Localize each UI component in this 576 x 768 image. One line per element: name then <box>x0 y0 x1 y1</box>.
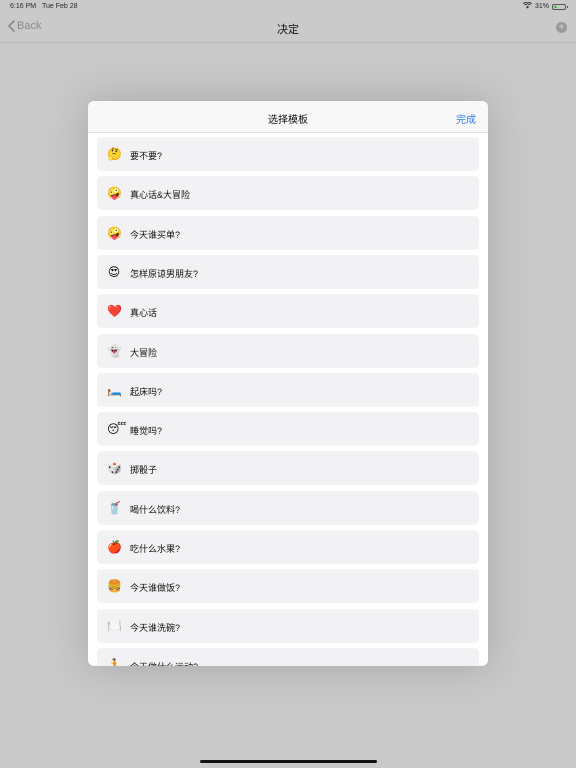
drink-cup-icon: 🥤 <box>107 500 122 515</box>
template-list[interactable]: 🤔 要不要? 🤪 真心话&大冒险 🤪 今天谁买单? 😍 怎样原谅男朋友? ❤️ 真心话 👻 大冒险 🛏️… <box>88 133 488 666</box>
status-time: 6:16 PM <box>10 3 37 10</box>
page-title: 决定 <box>277 24 299 36</box>
template-item[interactable]: 🤔 要不要? <box>97 137 479 171</box>
sleeping-face-icon: 😴 <box>107 422 127 437</box>
template-item-label: 掷骰子 <box>130 465 158 476</box>
sheet-title: 选择模板 <box>268 115 308 126</box>
plate-icon: 🍽️ <box>107 618 122 633</box>
status-bar: 6:16 PM Tue Feb 28 31% <box>0 0 576 14</box>
ghost-icon: 👻 <box>107 343 122 358</box>
template-item[interactable]: 🎲 掷骰子 <box>97 451 479 486</box>
hamburger-icon: 🍔 <box>107 579 122 594</box>
template-item-label: 睡觉吗? <box>130 426 163 437</box>
zany-face-icon: 🤪 <box>107 186 122 201</box>
template-item-label: 真心话&大冒险 <box>130 190 191 201</box>
template-item-label: 起床吗? <box>130 386 163 397</box>
bed-icon: 🛏️ <box>107 382 122 397</box>
template-item[interactable]: 😍 怎样原谅男朋友? <box>97 254 479 289</box>
template-item-label: 要不要? <box>130 151 163 161</box>
heart-eyes-face-icon: 😍 <box>107 264 121 279</box>
done-button[interactable]: 完成 <box>456 111 476 126</box>
status-date: Tue Feb 28 <box>42 3 78 10</box>
template-item[interactable]: 🥤 喝什么饮料? <box>97 490 479 525</box>
template-item-label: 怎样原谅男朋友? <box>130 268 199 279</box>
template-item-label: 今天做什么运动? <box>130 660 198 666</box>
navigation-bar: Back 决定 + <box>0 14 576 43</box>
template-item[interactable]: 🍎 吃什么水果? <box>97 530 479 564</box>
sheet-header: 选择模板 完成 <box>88 101 488 133</box>
template-item-label: 吃什么水果? <box>130 544 181 554</box>
wifi-icon <box>522 1 533 11</box>
template-item[interactable]: 🤪 真心话&大冒险 <box>97 176 479 211</box>
template-item[interactable]: 🤪 今天谁买单? <box>97 215 479 250</box>
template-picker-sheet: 选择模板 完成 🤔 要不要? 🤪 真心话&大冒险 🤪 今天谁买单? 😍 怎样原谅男朋友? ❤️ 真… <box>88 101 488 666</box>
template-item-label: 真心话 <box>130 308 158 319</box>
running-person-icon: 🏃 <box>107 657 122 666</box>
template-item-label: 今天谁做饭? <box>130 583 181 594</box>
battery-icon <box>552 3 568 10</box>
template-item[interactable]: 🏃 今天做什么运动? <box>97 647 479 666</box>
template-item[interactable]: 🍔 今天谁做饭? <box>97 569 479 604</box>
thinking-face-icon: 🤔 <box>107 147 122 161</box>
template-item-label: 今天谁洗碗? <box>130 622 181 633</box>
template-item-label: 今天谁买单? <box>130 229 181 240</box>
home-indicator <box>200 760 377 763</box>
template-item[interactable]: 😴 睡觉吗? <box>97 412 479 447</box>
battery-percentage: 31% <box>534 3 549 10</box>
template-item[interactable]: 🍽️ 今天谁洗碗? <box>97 608 479 643</box>
template-item[interactable]: 👻 大冒险 <box>97 333 479 368</box>
plus-circle-icon[interactable]: + <box>556 22 567 33</box>
template-item[interactable]: 🛏️ 起床吗? <box>97 372 479 407</box>
template-item-label: 大冒险 <box>130 347 158 358</box>
status-indicators: 31% <box>522 1 568 11</box>
zany-face-icon: 🤪 <box>107 225 122 240</box>
battery-level <box>554 5 558 8</box>
red-heart-icon: ❤️ <box>107 304 122 319</box>
template-item-label: 喝什么饮料? <box>130 504 181 515</box>
template-item[interactable]: ❤️ 真心话 <box>97 294 479 329</box>
dice-icon: 🎲 <box>107 461 122 476</box>
red-apple-icon: 🍎 <box>107 540 122 554</box>
